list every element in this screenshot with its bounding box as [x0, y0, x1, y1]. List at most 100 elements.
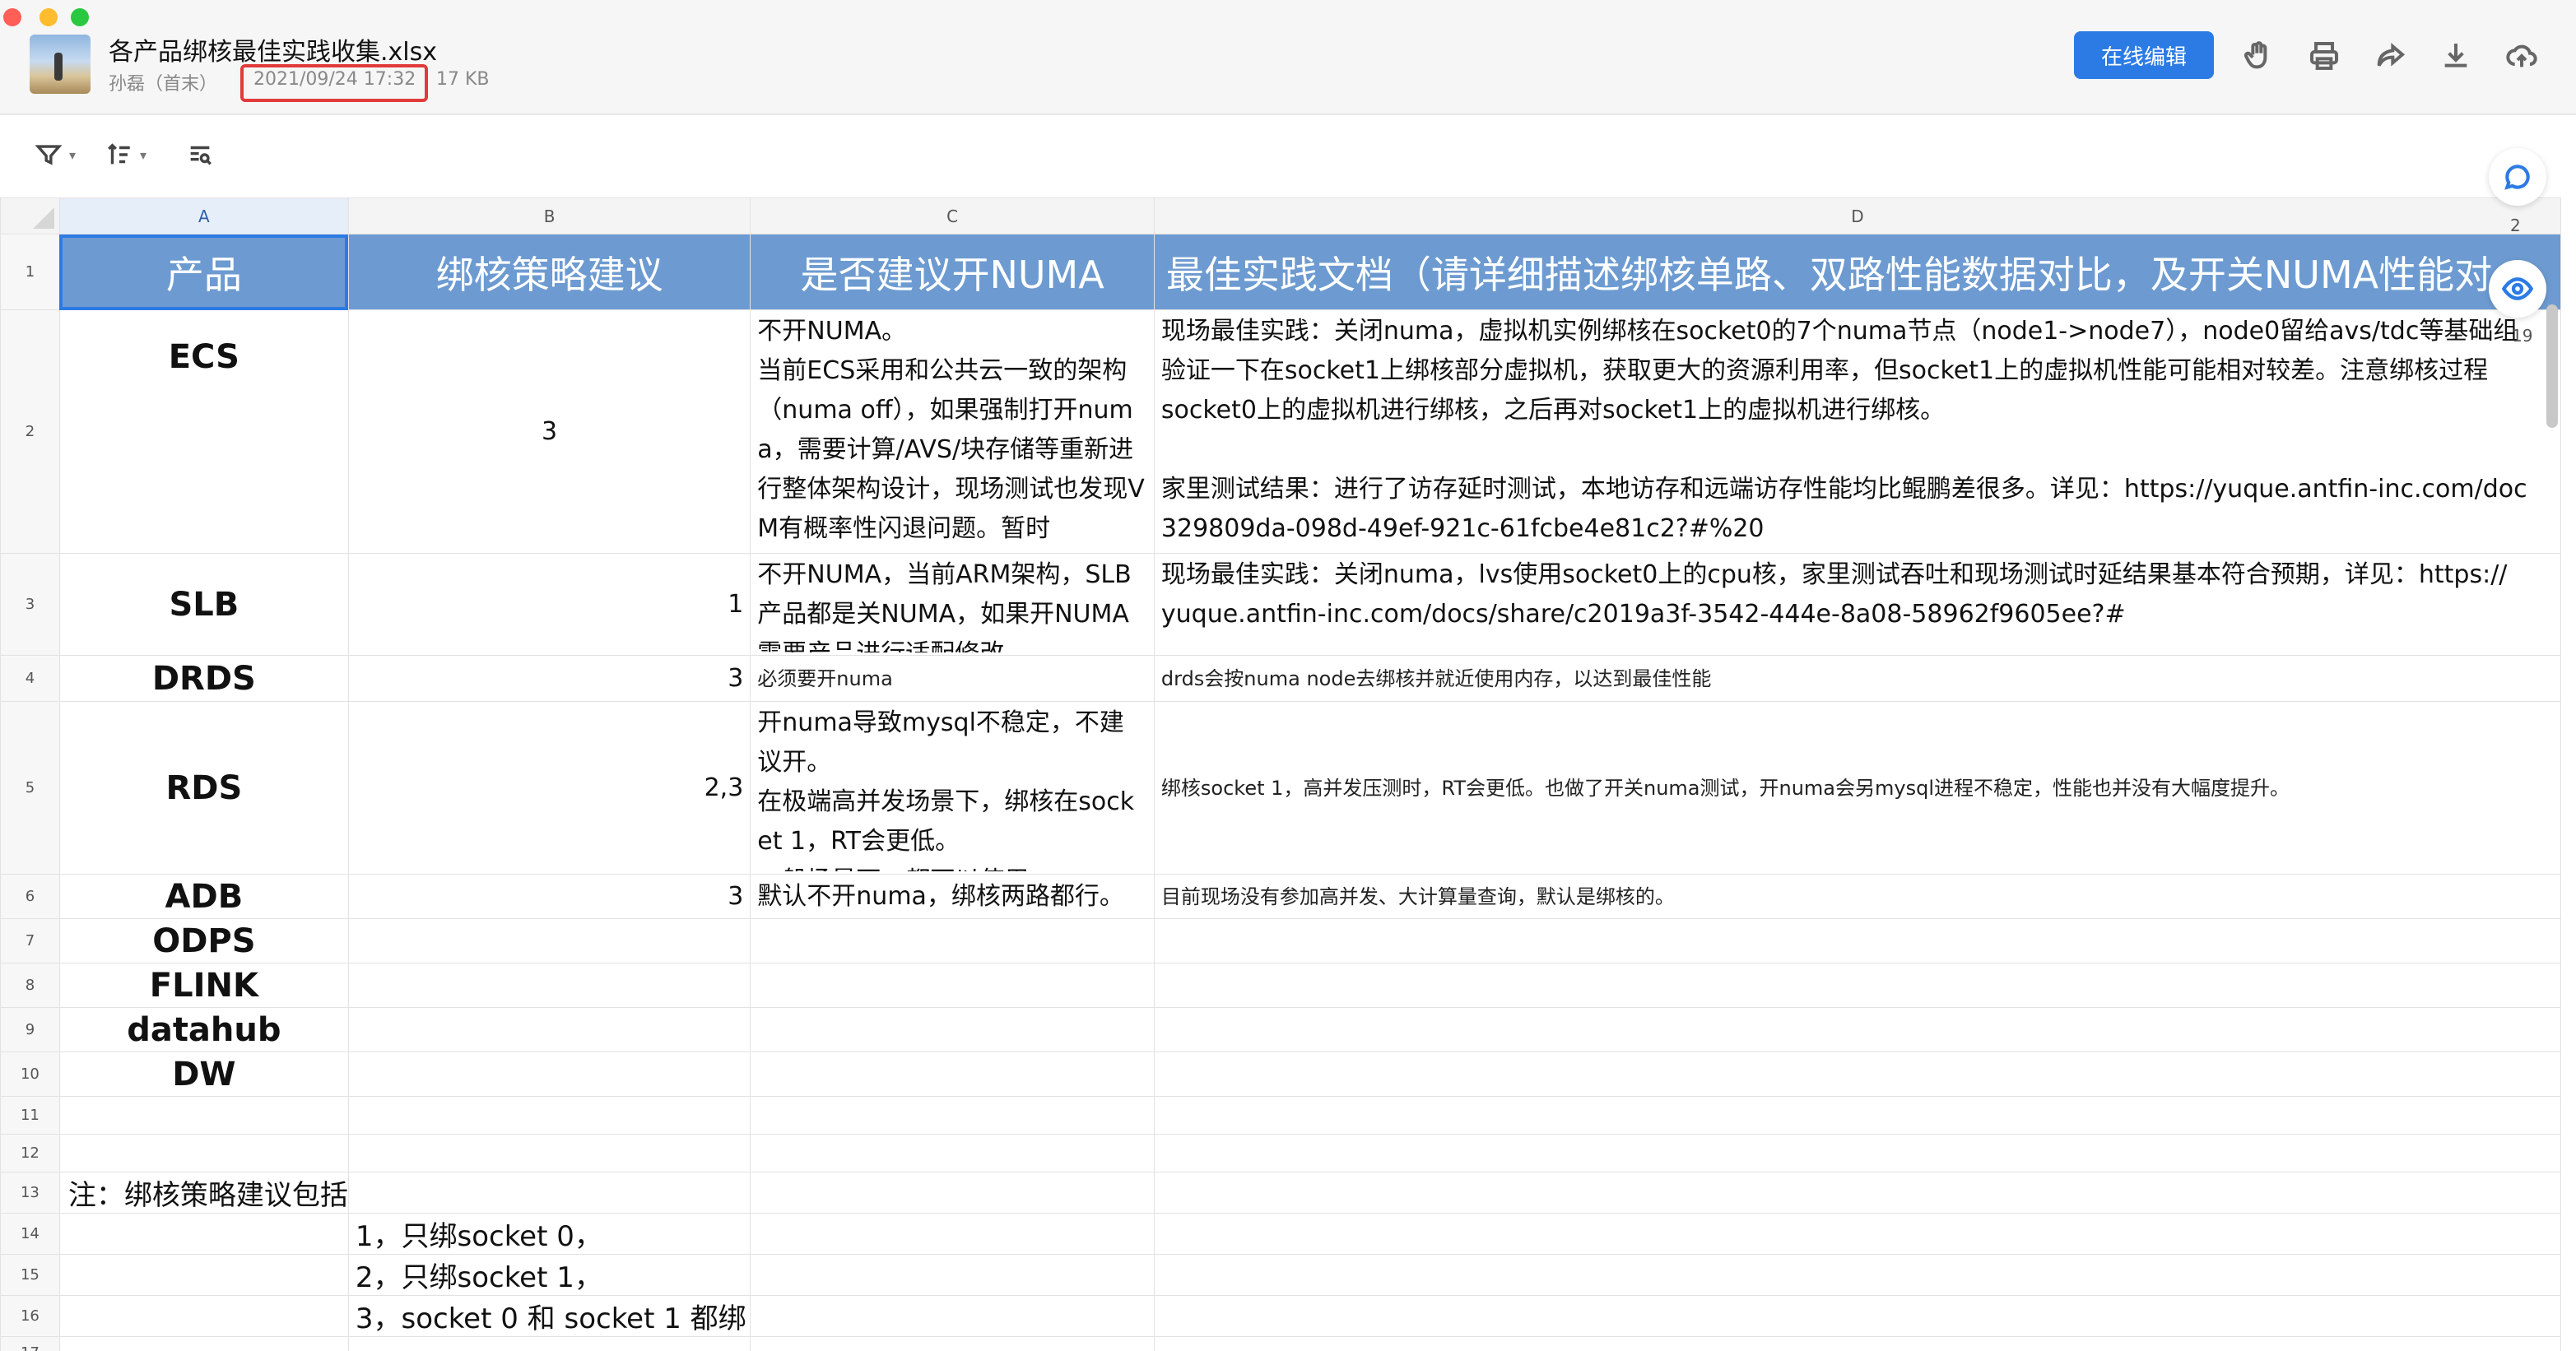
cell-d11[interactable]	[1153, 1096, 2561, 1135]
column-header-d[interactable]: D	[1153, 197, 2561, 234]
cell-b7[interactable]	[347, 918, 751, 963]
cell-c13[interactable]	[750, 1172, 1155, 1214]
comment-button[interactable]	[2489, 148, 2546, 206]
cell-a14[interactable]	[58, 1213, 349, 1255]
cell-b15-note[interactable]: 2，只绑socket 1，	[347, 1254, 751, 1296]
row-header[interactable]: 14	[0, 1213, 60, 1255]
cell-d14[interactable]	[1153, 1213, 2561, 1255]
row-header[interactable]: 7	[0, 918, 60, 963]
cell-d2-doc[interactable]: 现场最佳实践：关闭numa，虚拟机实例绑核在socket0的7个numa节点（n…	[1153, 309, 2561, 554]
cell-c12[interactable]	[750, 1134, 1155, 1172]
cell-b14-note[interactable]: 1，只绑socket 0，	[347, 1213, 751, 1255]
cell-c6-numa[interactable]: 默认不开numa，绑核两路都行。	[750, 874, 1155, 919]
cell-b1-strategy-header[interactable]: 绑核策略建议	[347, 234, 751, 310]
cell-b17[interactable]	[347, 1336, 751, 1351]
cell-d3-doc[interactable]: 现场最佳实践：关闭numa，lvs使用socket0上的cpu核，家里测试吞吐和…	[1153, 553, 2561, 656]
cell-b11[interactable]	[347, 1096, 751, 1135]
cell-d13[interactable]	[1153, 1172, 2561, 1214]
row-header[interactable]: 8	[0, 963, 60, 1008]
view-button[interactable]	[2489, 260, 2546, 318]
row-header[interactable]: 5	[0, 701, 60, 875]
cell-a16[interactable]	[58, 1295, 349, 1337]
cell-d1-doc-header[interactable]: 最佳实践文档（请详细描述绑核单路、双路性能数据对比，及开关NUMA性能对	[1153, 234, 2561, 310]
cell-c17[interactable]	[750, 1336, 1155, 1351]
cell-b12[interactable]	[347, 1134, 751, 1172]
row-header[interactable]: 9	[0, 1007, 60, 1052]
cell-d17[interactable]	[1153, 1336, 2561, 1351]
cell-d15[interactable]	[1153, 1254, 2561, 1296]
cell-b10[interactable]	[347, 1052, 751, 1097]
row-header[interactable]: 11	[0, 1096, 60, 1135]
row-header[interactable]: 17	[0, 1336, 60, 1351]
zoom-window-button[interactable]	[71, 8, 89, 26]
cell-a15[interactable]	[58, 1254, 349, 1296]
vertical-scrollbar[interactable]	[2546, 304, 2558, 428]
sort-button[interactable]: ▾	[105, 138, 146, 171]
cell-d16[interactable]	[1153, 1295, 2561, 1337]
cell-a9-product[interactable]: datahub	[58, 1007, 349, 1052]
cell-a8-product[interactable]: FLINK	[58, 963, 349, 1008]
row-header[interactable]: 10	[0, 1052, 60, 1097]
row-header[interactable]: 3	[0, 553, 60, 656]
share-icon[interactable]	[2374, 39, 2406, 72]
cell-a7-product[interactable]: ODPS	[58, 918, 349, 963]
cell-d12[interactable]	[1153, 1134, 2561, 1172]
cell-a5-product[interactable]: RDS	[58, 701, 349, 875]
spreadsheet-grid[interactable]: A B C D 1 产品 绑核策略建议 是否建议开NUMA 最佳实践文档（请详细…	[0, 197, 2561, 1351]
minimize-window-button[interactable]	[40, 8, 58, 26]
column-header-a[interactable]: A	[58, 197, 349, 234]
cell-a1-product-header[interactable]: 产品	[58, 234, 349, 310]
cell-c10[interactable]	[750, 1052, 1155, 1097]
cell-d6-doc[interactable]: 目前现场没有参加高并发、大计算量查询，默认是绑核的。	[1153, 874, 2561, 919]
cell-c11[interactable]	[750, 1096, 1155, 1135]
print-icon[interactable]	[2308, 39, 2341, 72]
cell-b6-strategy[interactable]: 3	[347, 874, 751, 919]
cell-c7[interactable]	[750, 918, 1155, 963]
cell-b16-note[interactable]: 3，socket 0 和 socket 1 都绑	[347, 1295, 751, 1337]
cell-b2-strategy[interactable]: 3	[347, 309, 751, 554]
cell-a3-product[interactable]: SLB	[58, 553, 349, 656]
cell-a10-product[interactable]: DW	[58, 1052, 349, 1097]
search-list-button[interactable]	[186, 138, 214, 171]
cell-c2-numa[interactable]: 不开NUMA。 当前ECS采用和公共云一致的架构（numa off），如果强制打…	[750, 309, 1155, 554]
row-header[interactable]: 1	[0, 234, 60, 310]
row-header[interactable]: 15	[0, 1254, 60, 1296]
cell-c9[interactable]	[750, 1007, 1155, 1052]
cell-c1-numa-header[interactable]: 是否建议开NUMA	[750, 234, 1155, 310]
cell-b9[interactable]	[347, 1007, 751, 1052]
cell-a17[interactable]	[58, 1336, 349, 1351]
row-header[interactable]: 6	[0, 874, 60, 919]
cell-a13-note[interactable]: 注：绑核策略建议包括	[58, 1172, 349, 1214]
download-icon[interactable]	[2439, 39, 2472, 72]
cell-d7[interactable]	[1153, 918, 2561, 963]
cell-b3-strategy[interactable]: 1	[347, 553, 751, 656]
row-header[interactable]: 4	[0, 655, 60, 702]
row-header[interactable]: 13	[0, 1172, 60, 1214]
hand-icon[interactable]	[2242, 39, 2275, 72]
cell-c5-numa[interactable]: 开numa导致mysql不稳定，不建议开。 在极端高并发场景下，绑核在socke…	[750, 701, 1155, 875]
cell-d10[interactable]	[1153, 1052, 2561, 1097]
cloud-upload-icon[interactable]	[2505, 39, 2538, 72]
cell-b4-strategy[interactable]: 3	[347, 655, 751, 702]
cell-c14[interactable]	[750, 1213, 1155, 1255]
select-all-corner[interactable]	[0, 197, 60, 234]
column-header-b[interactable]: B	[347, 197, 751, 234]
cell-c15[interactable]	[750, 1254, 1155, 1296]
cell-d9[interactable]	[1153, 1007, 2561, 1052]
cell-c16[interactable]	[750, 1295, 1155, 1337]
cell-c3-numa[interactable]: 不开NUMA，当前ARM架构，SLB产品都是关NUMA，如果开NUMA需要产品进…	[750, 553, 1155, 656]
cell-b13[interactable]	[347, 1172, 751, 1214]
cell-a11[interactable]	[58, 1096, 349, 1135]
cell-a6-product[interactable]: ADB	[58, 874, 349, 919]
close-window-button[interactable]	[3, 8, 21, 26]
cell-d8[interactable]	[1153, 963, 2561, 1008]
cell-b5-strategy[interactable]: 2,3	[347, 701, 751, 875]
filter-button[interactable]: ▾	[35, 138, 76, 171]
cell-c8[interactable]	[750, 963, 1155, 1008]
row-header[interactable]: 16	[0, 1295, 60, 1337]
edit-online-button[interactable]: 在线编辑	[2074, 31, 2214, 79]
cell-b8[interactable]	[347, 963, 751, 1008]
cell-a4-product[interactable]: DRDS	[58, 655, 349, 702]
cell-c4-numa[interactable]: 必须要开numa	[750, 655, 1155, 702]
column-header-c[interactable]: C	[750, 197, 1155, 234]
